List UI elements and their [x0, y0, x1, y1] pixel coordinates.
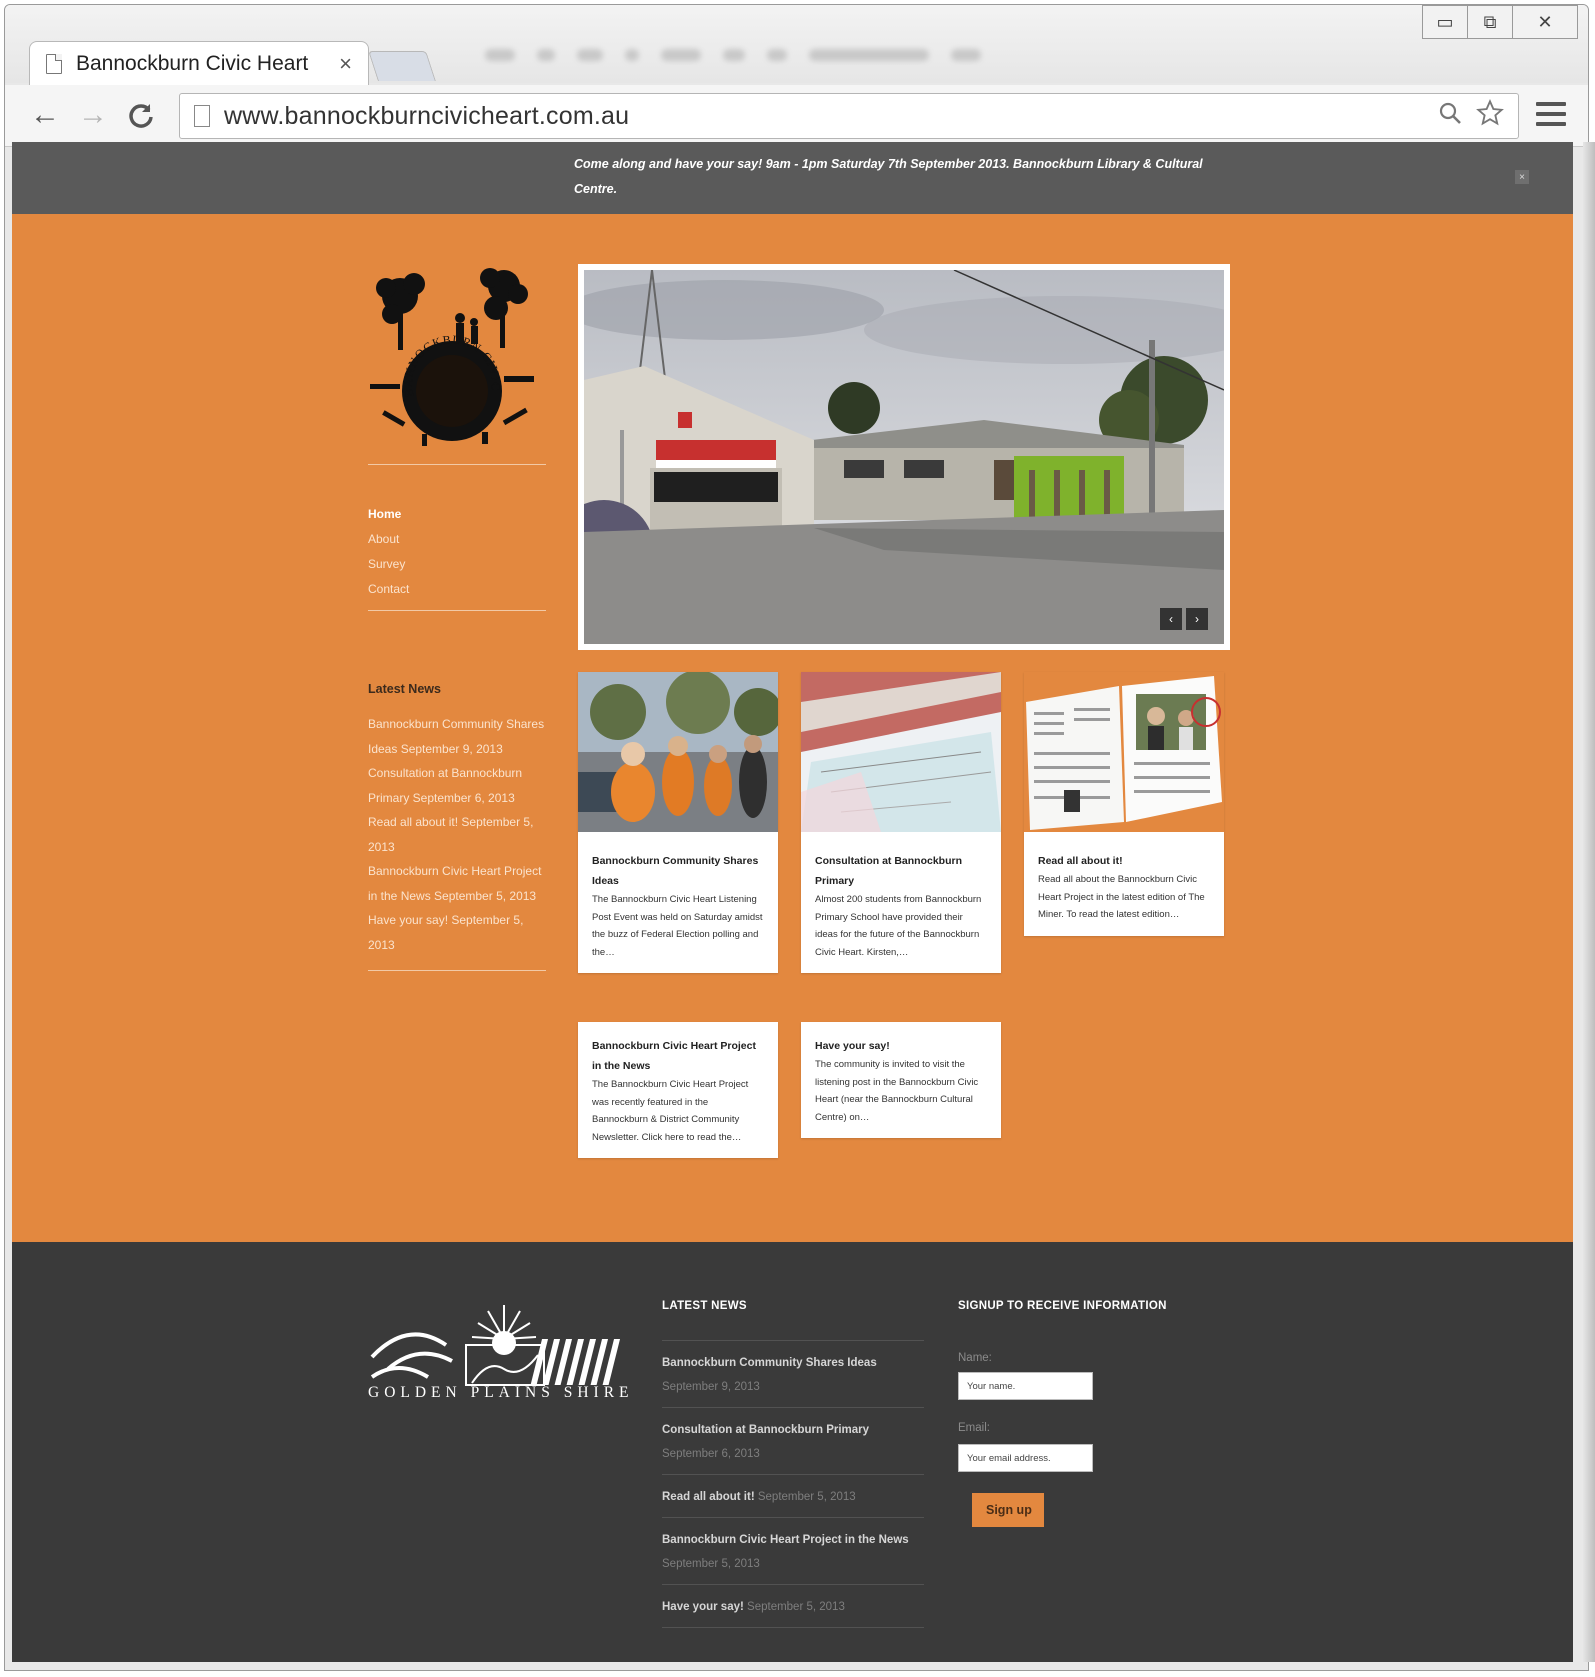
window-controls: ▭ ⧉ ✕ [1422, 5, 1578, 39]
main-navigation: Home About Survey Contact [368, 502, 409, 602]
announcement-text: Come along and have your say! 9am - 1pm … [574, 157, 1203, 196]
card-image-newspaper [1024, 672, 1224, 832]
latest-news-item[interactable]: Bannockburn Community Shares Ideas Septe… [368, 712, 548, 761]
slider-prev-button[interactable]: ‹ [1160, 608, 1182, 630]
footer-news-list: Bannockburn Community Shares Ideas Septe… [662, 1340, 924, 1628]
card-excerpt: The community is invited to visit the li… [815, 1059, 979, 1123]
card-title[interactable]: Bannockburn Civic Heart Project in the N… [592, 1036, 764, 1076]
footer-news-item: Bannockburn Civic Heart Project in the N… [662, 1517, 924, 1584]
new-tab-button[interactable] [368, 51, 436, 81]
sign-up-button[interactable]: Sign up [972, 1493, 1044, 1527]
nav-survey[interactable]: Survey [368, 552, 409, 577]
latest-news-item[interactable]: Read all about it! September 5, 2013 [368, 810, 548, 859]
page-viewport: Come along and have your say! 9am - 1pm … [12, 142, 1573, 1662]
card-image-community [578, 670, 782, 832]
latest-news-item[interactable]: Consultation at Bannockburn Primary Sept… [368, 761, 548, 810]
close-window-button[interactable]: ✕ [1512, 5, 1578, 39]
footer-news-date: September 6, 2013 [662, 1448, 760, 1460]
card-excerpt: The Bannockburn Civic Heart Listening Po… [592, 894, 763, 958]
card-excerpt: Read all about the Bannockburn Civic Hea… [1038, 874, 1205, 920]
footer-news-title[interactable]: Bannockburn Community Shares Ideas [662, 1357, 877, 1369]
page-info-icon[interactable] [194, 105, 210, 127]
sidebar-divider [368, 464, 546, 465]
url-text[interactable]: www.bannockburncivicheart.com.au [224, 102, 1424, 131]
sidebar-divider [368, 610, 546, 611]
sidebar-divider [368, 970, 546, 971]
signup-heading: SIGNUP TO RECEIVE INFORMATION [958, 1300, 1167, 1312]
footer-news-item: Have your say! September 5, 2013 [662, 1584, 924, 1628]
footer-news-item: Read all about it! September 5, 2013 [662, 1474, 924, 1517]
tab-close-icon[interactable]: × [339, 51, 352, 77]
star-icon[interactable] [1476, 98, 1504, 134]
card-title[interactable]: Bannockburn Community Shares Ideas [592, 851, 764, 891]
news-card[interactable]: Bannockburn Community Shares Ideas The B… [578, 670, 782, 973]
address-bar[interactable]: www.bannockburncivicheart.com.au [179, 93, 1519, 139]
footer-news-title[interactable]: Read all about it! [662, 1491, 755, 1503]
news-card[interactable]: Consultation at Bannockburn Primary Almo… [801, 672, 1001, 973]
browser-toolbar: ← → www.bannockburncivicheart.com.au [5, 85, 1588, 147]
name-label: Name: [958, 1352, 992, 1364]
nav-home[interactable]: Home [368, 502, 409, 527]
news-card[interactable]: Bannockburn Civic Heart Project in the N… [578, 1022, 778, 1158]
latest-news-list: Bannockburn Community Shares Ideas Septe… [368, 712, 548, 957]
latest-news-heading: Latest News [368, 682, 441, 696]
page-icon [46, 53, 62, 74]
footer-news-item: Bannockburn Community Shares Ideas Septe… [662, 1340, 924, 1407]
email-input[interactable] [958, 1444, 1093, 1472]
footer-news-title[interactable]: Bannockburn Civic Heart Project in the N… [662, 1534, 909, 1546]
tab-title: Bannockburn Civic Heart [76, 51, 309, 75]
blurred-taskbar [485, 41, 1445, 69]
footer-news-heading: LATEST NEWS [662, 1300, 747, 1312]
footer-news-title[interactable]: Have your say! [662, 1601, 744, 1613]
civic-heart-logo[interactable]: BANNOCKBURN CIVIC HEART PROJECT [362, 256, 542, 446]
fire-station-photo [554, 269, 1264, 644]
footer-news-date: September 5, 2013 [757, 1491, 856, 1503]
maximize-button[interactable]: ⧉ [1467, 5, 1513, 39]
site-footer: GOLDEN PLAINS SHIRE LATEST NEWS Bannockb… [12, 1242, 1573, 1662]
email-label: Email: [958, 1422, 990, 1434]
announcement-bar: Come along and have your say! 9am - 1pm … [12, 142, 1573, 214]
news-card[interactable]: Read all about it! Read all about the Ba… [1024, 672, 1224, 936]
card-excerpt: Almost 200 students from Bannockburn Pri… [815, 894, 982, 958]
footer-news-date: September 9, 2013 [662, 1381, 760, 1393]
minimize-button[interactable]: ▭ [1422, 5, 1468, 39]
window-edge [1583, 142, 1595, 1662]
footer-news-date: September 5, 2013 [747, 1601, 845, 1613]
latest-news-item[interactable]: Bannockburn Civic Heart Project in the N… [368, 859, 548, 908]
name-input[interactable] [958, 1372, 1093, 1400]
forward-button[interactable]: → [75, 97, 111, 133]
news-card[interactable]: Have your say! The community is invited … [801, 1022, 1001, 1138]
card-title[interactable]: Consultation at Bannockburn Primary [815, 851, 987, 891]
footer-news-item: Consultation at Bannockburn Primary Sept… [662, 1407, 924, 1474]
slider-controls: ‹ › [1160, 608, 1208, 630]
card-title[interactable]: Have your say! [815, 1036, 987, 1056]
nav-contact[interactable]: Contact [368, 577, 409, 602]
card-image-consultation [801, 672, 1001, 832]
slider-next-button[interactable]: › [1186, 608, 1208, 630]
image-slider[interactable]: ‹ › [554, 264, 1264, 650]
menu-icon[interactable] [1536, 99, 1566, 129]
nav-about[interactable]: About [368, 527, 409, 552]
latest-news-item[interactable]: Have your say! September 5, 2013 [368, 908, 548, 957]
card-excerpt: The Bannockburn Civic Heart Project was … [592, 1079, 749, 1143]
card-title[interactable]: Read all about it! [1038, 851, 1210, 871]
reload-button[interactable] [123, 97, 159, 133]
shire-name: GOLDEN PLAINS SHIRE [368, 1384, 634, 1401]
footer-news-date: September 5, 2013 [662, 1558, 760, 1570]
footer-news-title[interactable]: Consultation at Bannockburn Primary [662, 1424, 869, 1436]
reload-icon [129, 104, 153, 128]
back-button[interactable]: ← [27, 97, 63, 133]
announcement-close-icon[interactable]: × [1515, 170, 1529, 184]
search-icon[interactable] [1438, 101, 1462, 132]
title-bar: Bannockburn Civic Heart × ▭ ⧉ ✕ [5, 5, 1588, 85]
browser-tab[interactable]: Bannockburn Civic Heart × [29, 41, 369, 85]
